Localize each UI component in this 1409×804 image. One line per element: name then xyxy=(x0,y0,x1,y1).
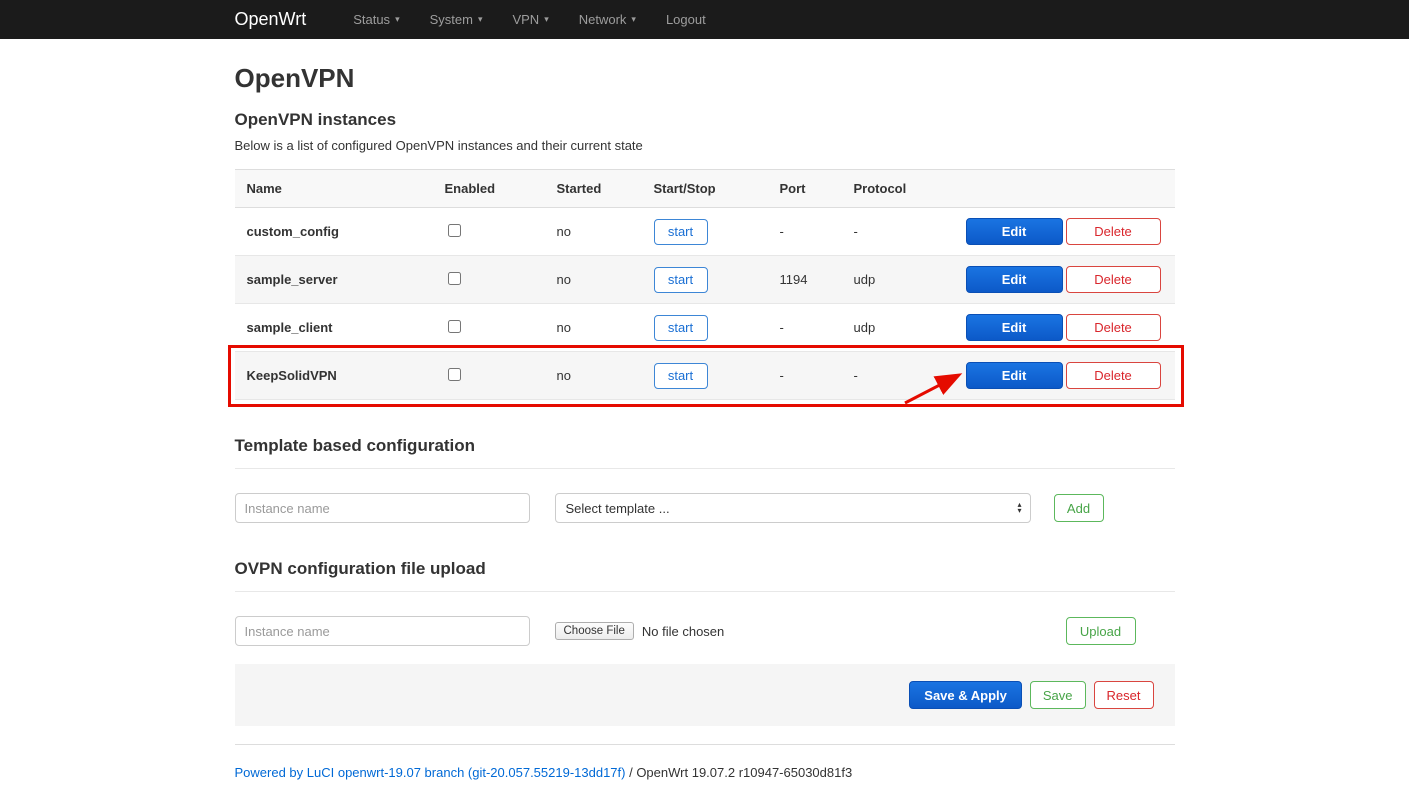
action-bar: Save & Apply Save Reset xyxy=(235,664,1175,726)
protocol-value: udp xyxy=(842,256,954,304)
instances-table-wrap: Name Enabled Started Start/Stop Port Pro… xyxy=(235,169,1175,400)
port-value: 1194 xyxy=(768,256,842,304)
chevron-down-icon: ▾ xyxy=(395,15,400,24)
start-button[interactable]: start xyxy=(654,363,708,389)
nav-item-vpn[interactable]: VPN ▾ xyxy=(497,0,563,39)
port-value: - xyxy=(768,352,842,400)
nav-menu: Status ▾ System ▾ VPN ▾ Network ▾ Logout xyxy=(338,0,721,39)
template-instance-name-input[interactable] xyxy=(235,493,530,523)
template-select-value: Select template ... xyxy=(566,501,670,516)
upload-section-title: OVPN configuration file upload xyxy=(235,559,1175,592)
page-title: OpenVPN xyxy=(235,63,1175,94)
nav-item-network-label: Network xyxy=(579,12,627,27)
luci-footer-link[interactable]: Powered by LuCI openwrt-19.07 branch (gi… xyxy=(235,765,626,780)
port-value: - xyxy=(768,208,842,256)
started-value: no xyxy=(545,208,642,256)
save-apply-button[interactable]: Save & Apply xyxy=(909,681,1022,709)
edit-button[interactable]: Edit xyxy=(966,218,1063,245)
template-form-row: Select template ... ▴▾ Add xyxy=(235,493,1175,523)
upload-instance-name-input[interactable] xyxy=(235,616,530,646)
table-header-row: Name Enabled Started Start/Stop Port Pro… xyxy=(235,170,1175,208)
started-value: no xyxy=(545,304,642,352)
protocol-value: - xyxy=(842,352,954,400)
start-button[interactable]: start xyxy=(654,267,708,293)
nav-item-logout[interactable]: Logout xyxy=(651,0,721,39)
table-row: sample_server no start 1194 udp Edit Del… xyxy=(235,256,1175,304)
start-button[interactable]: start xyxy=(654,315,708,341)
edit-button[interactable]: Edit xyxy=(966,362,1063,389)
footer: Powered by LuCI openwrt-19.07 branch (gi… xyxy=(235,744,1175,804)
instance-name: sample_client xyxy=(235,304,433,352)
choose-file-button[interactable]: Choose File xyxy=(555,622,634,640)
chevron-down-icon: ▾ xyxy=(478,15,483,24)
instance-name: sample_server xyxy=(235,256,433,304)
col-header-start-stop: Start/Stop xyxy=(642,170,768,208)
template-section-title: Template based configuration xyxy=(235,436,1175,469)
port-value: - xyxy=(768,304,842,352)
delete-button[interactable]: Delete xyxy=(1066,266,1161,293)
col-header-enabled: Enabled xyxy=(433,170,545,208)
delete-button[interactable]: Delete xyxy=(1066,218,1161,245)
started-value: no xyxy=(545,256,642,304)
template-select[interactable]: Select template ... ▴▾ xyxy=(555,493,1031,523)
enabled-checkbox[interactable] xyxy=(448,272,461,285)
enabled-checkbox[interactable] xyxy=(448,368,461,381)
file-input: Choose File No file chosen xyxy=(555,622,725,640)
upload-button[interactable]: Upload xyxy=(1066,617,1136,645)
instances-table: Name Enabled Started Start/Stop Port Pro… xyxy=(235,169,1175,400)
nav-item-network[interactable]: Network ▾ xyxy=(564,0,651,39)
brand-logo[interactable]: OpenWrt xyxy=(235,9,307,30)
col-header-actions xyxy=(954,170,1175,208)
footer-version-text: / OpenWrt 19.07.2 r10947-65030d81f3 xyxy=(625,765,852,780)
top-navbar: OpenWrt Status ▾ System ▾ VPN ▾ Network … xyxy=(0,0,1409,39)
add-button[interactable]: Add xyxy=(1054,494,1104,522)
edit-button[interactable]: Edit xyxy=(966,314,1063,341)
nav-item-status-label: Status xyxy=(353,12,390,27)
table-row: custom_config no start - - Edit Delete xyxy=(235,208,1175,256)
col-header-port: Port xyxy=(768,170,842,208)
protocol-value: udp xyxy=(842,304,954,352)
nav-item-system[interactable]: System ▾ xyxy=(415,0,498,39)
edit-button[interactable]: Edit xyxy=(966,266,1063,293)
protocol-value: - xyxy=(842,208,954,256)
save-button[interactable]: Save xyxy=(1030,681,1086,709)
nav-item-status[interactable]: Status ▾ xyxy=(338,0,414,39)
main-content: OpenVPN OpenVPN instances Below is a lis… xyxy=(235,63,1175,804)
started-value: no xyxy=(545,352,642,400)
select-arrows-icon: ▴▾ xyxy=(1017,502,1021,514)
table-row-highlighted: KeepSolidVPN no start - - Edit Delete xyxy=(235,352,1175,400)
enabled-checkbox[interactable] xyxy=(448,224,461,237)
nav-item-system-label: System xyxy=(430,12,473,27)
instances-section-title: OpenVPN instances xyxy=(235,110,1175,130)
start-button[interactable]: start xyxy=(654,219,708,245)
col-header-protocol: Protocol xyxy=(842,170,954,208)
delete-button[interactable]: Delete xyxy=(1066,362,1161,389)
nav-item-vpn-label: VPN xyxy=(512,12,539,27)
instances-section-description: Below is a list of configured OpenVPN in… xyxy=(235,138,1175,153)
chevron-down-icon: ▾ xyxy=(631,15,636,24)
nav-item-logout-label: Logout xyxy=(666,12,706,27)
delete-button[interactable]: Delete xyxy=(1066,314,1161,341)
col-header-started: Started xyxy=(545,170,642,208)
col-header-name: Name xyxy=(235,170,433,208)
file-status-text: No file chosen xyxy=(642,624,724,639)
enabled-checkbox[interactable] xyxy=(448,320,461,333)
upload-form-row: Choose File No file chosen Upload xyxy=(235,616,1175,646)
reset-button[interactable]: Reset xyxy=(1094,681,1154,709)
instance-name: custom_config xyxy=(235,208,433,256)
chevron-down-icon: ▾ xyxy=(544,15,549,24)
table-row: sample_client no start - udp Edit Delete xyxy=(235,304,1175,352)
instance-name: KeepSolidVPN xyxy=(235,352,433,400)
